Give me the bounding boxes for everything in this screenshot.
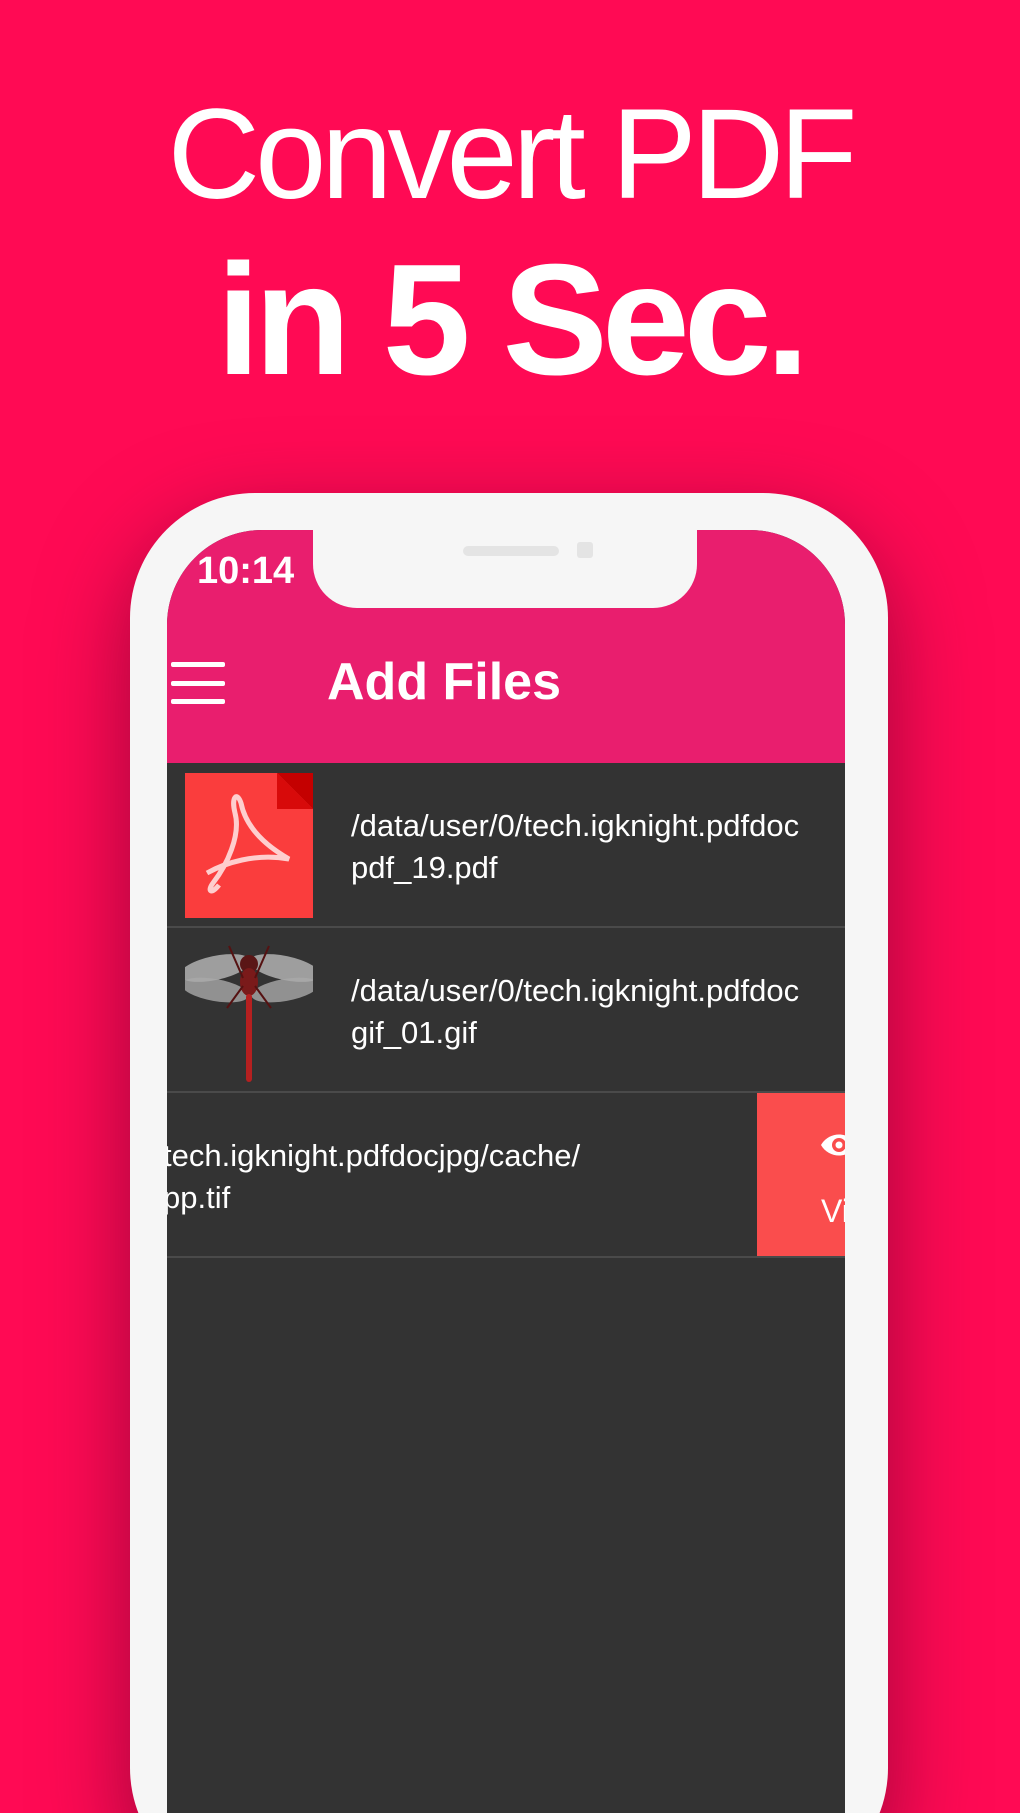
dragonfly-image bbox=[179, 938, 321, 1083]
file-path: tech.igknight.pdfdocjpg/cache/ pp.tif bbox=[167, 1138, 581, 1215]
speaker-grille bbox=[463, 546, 559, 556]
hamburger-icon[interactable] bbox=[171, 662, 225, 704]
phone-screen: 10:14 Add Files /data/user/0/tech.igknig… bbox=[167, 530, 845, 1813]
file-list: /data/user/0/tech.igknight.pdfdoc pdf_19… bbox=[167, 763, 845, 1258]
app-toolbar: Add Files bbox=[167, 610, 845, 763]
eye-icon bbox=[821, 1134, 845, 1156]
view-button[interactable]: Vi bbox=[757, 1093, 845, 1256]
phone-notch bbox=[313, 530, 697, 608]
pdf-file-icon bbox=[185, 773, 313, 918]
headline-line1: Convert PDF bbox=[167, 83, 858, 226]
status-time: 10:14 bbox=[197, 550, 295, 592]
list-item[interactable]: tech.igknight.pdfdocjpg/cache/ pp.tif Vi bbox=[167, 1093, 845, 1258]
list-item[interactable]: /data/user/0/tech.igknight.pdfdoc pdf_19… bbox=[167, 763, 845, 928]
file-path: /data/user/0/tech.igknight.pdfdoc pdf_19… bbox=[351, 808, 800, 885]
file-path: /data/user/0/tech.igknight.pdfdoc gif_01… bbox=[351, 973, 800, 1050]
toolbar-title: Add Files bbox=[327, 653, 562, 711]
list-item[interactable]: /data/user/0/tech.igknight.pdfdoc gif_01… bbox=[167, 928, 845, 1093]
headline-line2: in 5 Sec. bbox=[216, 232, 809, 408]
front-camera bbox=[577, 542, 593, 558]
view-label: Vi bbox=[821, 1193, 845, 1229]
